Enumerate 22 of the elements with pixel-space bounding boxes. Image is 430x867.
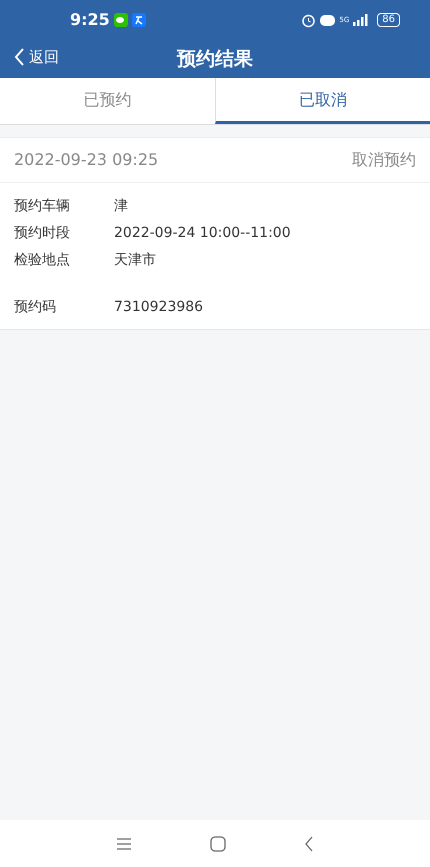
app-icon: [132, 13, 146, 27]
battery-level: 86: [377, 13, 400, 27]
cancel-link[interactable]: 取消预约: [352, 148, 416, 172]
field-label: 预约码: [14, 298, 57, 317]
record-time: 2022-09-23 09:25: [14, 149, 158, 171]
field-value: 天津市: [114, 251, 156, 270]
field-label: 预约时段: [14, 224, 71, 243]
menu-icon[interactable]: [116, 836, 132, 850]
status-time: 9:25: [70, 9, 110, 31]
home-icon[interactable]: [210, 836, 226, 852]
field-value: 2022-09-24 10:00--11:00: [114, 224, 291, 243]
field-value: 7310923986: [114, 298, 204, 317]
field-value: 津: [114, 197, 128, 216]
back-icon[interactable]: [304, 836, 314, 852]
signal-icon: [353, 14, 370, 26]
field-label: 预约车辆: [14, 197, 71, 216]
alarm-icon: [301, 12, 316, 28]
back-button[interactable]: 返回: [8, 45, 65, 70]
chat-app-icon: [114, 13, 128, 27]
field-label: 检验地点: [14, 251, 71, 270]
page-title: 预约结果: [177, 46, 253, 72]
tab[interactable]: 已取消: [214, 78, 430, 124]
